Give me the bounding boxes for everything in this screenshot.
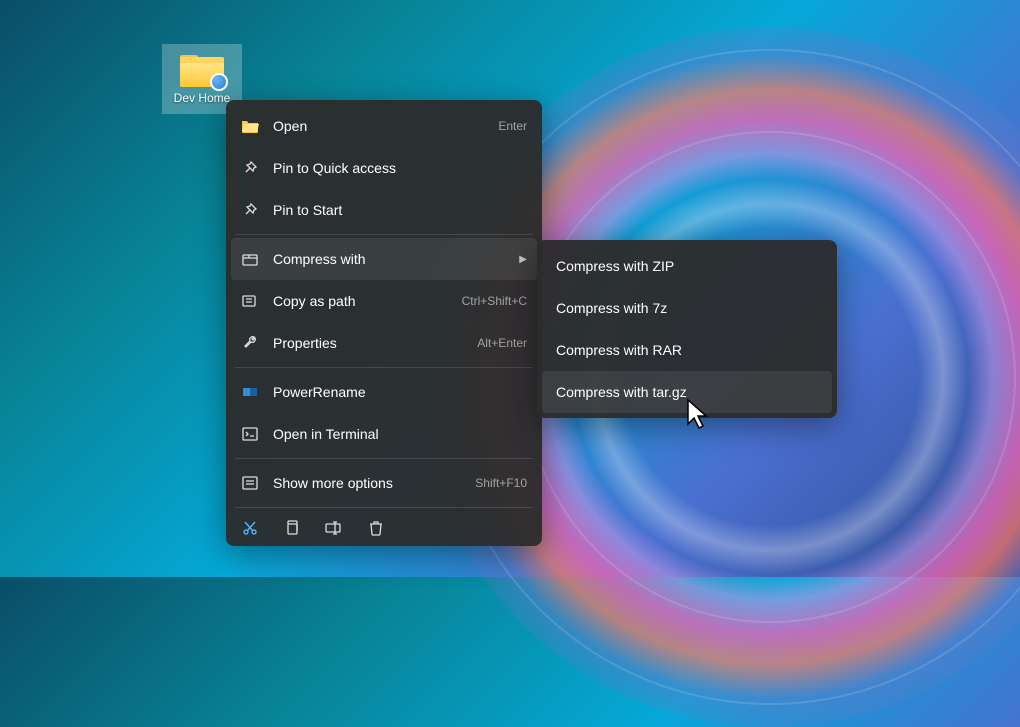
submenu-label: Compress with 7z bbox=[556, 300, 667, 316]
menu-label: Pin to Quick access bbox=[273, 160, 527, 176]
archive-icon bbox=[241, 250, 259, 268]
submenu-label: Compress with ZIP bbox=[556, 258, 674, 274]
menu-label: Compress with bbox=[273, 251, 505, 267]
submenu-compress-zip[interactable]: Compress with ZIP bbox=[542, 245, 832, 287]
wrench-icon bbox=[241, 334, 259, 352]
submenu-compress-targz[interactable]: Compress with tar.gz bbox=[542, 371, 832, 413]
menu-label: Properties bbox=[273, 335, 463, 351]
desktop-icon-label: Dev Home bbox=[174, 91, 231, 105]
compress-submenu: Compress with ZIP Compress with 7z Compr… bbox=[537, 240, 837, 418]
menu-separator bbox=[235, 234, 533, 235]
menu-label: Open bbox=[273, 118, 484, 134]
submenu-label: Compress with RAR bbox=[556, 342, 682, 358]
menu-accel: Enter bbox=[498, 119, 527, 133]
rename-icon[interactable] bbox=[325, 519, 343, 537]
terminal-icon bbox=[241, 425, 259, 443]
menu-label: Open in Terminal bbox=[273, 426, 527, 442]
menu-separator bbox=[235, 458, 533, 459]
menu-show-more-options[interactable]: Show more options Shift+F10 bbox=[231, 462, 537, 504]
menu-open-in-terminal[interactable]: Open in Terminal bbox=[231, 413, 537, 455]
menu-icon-row bbox=[231, 511, 537, 541]
menu-label: Pin to Start bbox=[273, 202, 527, 218]
menu-separator bbox=[235, 507, 533, 508]
cut-icon[interactable] bbox=[241, 519, 259, 537]
menu-pin-to-start[interactable]: Pin to Start bbox=[231, 189, 537, 231]
powerrename-icon bbox=[241, 383, 259, 401]
chevron-right-icon: ▶ bbox=[519, 254, 527, 265]
folder-open-icon bbox=[241, 117, 259, 135]
more-options-icon bbox=[241, 474, 259, 492]
submenu-label: Compress with tar.gz bbox=[556, 384, 687, 400]
menu-accel: Alt+Enter bbox=[477, 336, 527, 350]
menu-open[interactable]: Open Enter bbox=[231, 105, 537, 147]
delete-icon[interactable] bbox=[367, 519, 385, 537]
menu-accel: Ctrl+Shift+C bbox=[462, 294, 527, 308]
submenu-compress-rar[interactable]: Compress with RAR bbox=[542, 329, 832, 371]
menu-pin-quick-access[interactable]: Pin to Quick access bbox=[231, 147, 537, 189]
copy-icon[interactable] bbox=[283, 519, 301, 537]
folder-icon bbox=[180, 53, 224, 87]
menu-accel: Shift+F10 bbox=[475, 476, 527, 490]
menu-powerrename[interactable]: PowerRename bbox=[231, 371, 537, 413]
copy-path-icon bbox=[241, 292, 259, 310]
pin-icon bbox=[241, 159, 259, 177]
submenu-compress-7z[interactable]: Compress with 7z bbox=[542, 287, 832, 329]
context-menu: Open Enter Pin to Quick access Pin to St… bbox=[226, 100, 542, 546]
menu-properties[interactable]: Properties Alt+Enter bbox=[231, 322, 537, 364]
menu-label: Show more options bbox=[273, 475, 461, 491]
menu-label: PowerRename bbox=[273, 384, 527, 400]
menu-separator bbox=[235, 367, 533, 368]
menu-label: Copy as path bbox=[273, 293, 448, 309]
menu-copy-as-path[interactable]: Copy as path Ctrl+Shift+C bbox=[231, 280, 537, 322]
menu-compress-with[interactable]: Compress with ▶ bbox=[231, 238, 537, 280]
pin-icon bbox=[241, 201, 259, 219]
